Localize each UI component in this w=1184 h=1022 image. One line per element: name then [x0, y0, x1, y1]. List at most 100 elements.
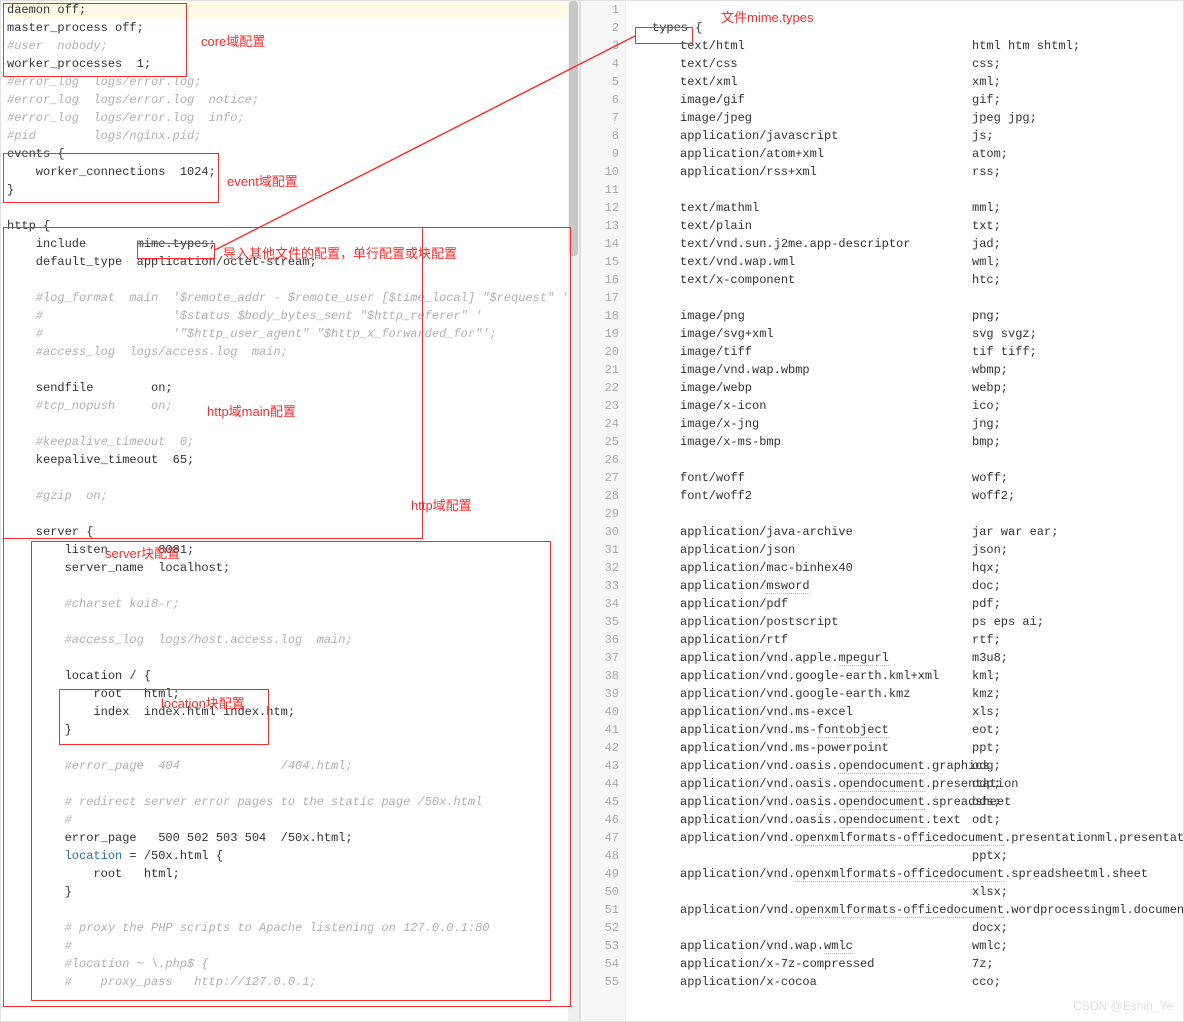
- code-line: keepalive_timeout 65;: [7, 451, 573, 469]
- line-number: 11: [587, 181, 619, 199]
- code-line: index index.html index.htm;: [7, 703, 573, 721]
- code-line: image/x-jngjng;: [632, 415, 1177, 433]
- line-number: 4: [587, 55, 619, 73]
- code-line: image/svg+xmlsvg svgz;: [632, 325, 1177, 343]
- line-number: 29: [587, 505, 619, 523]
- line-number: 46: [587, 811, 619, 829]
- line-number: 45: [587, 793, 619, 811]
- code-line: text/xmlxml;: [632, 73, 1177, 91]
- code-line: [7, 415, 573, 433]
- code-line: [632, 451, 1177, 469]
- code-line: #gzip on;: [7, 487, 573, 505]
- code-line: #location ~ \.php$ {: [7, 955, 573, 973]
- code-line: text/csscss;: [632, 55, 1177, 73]
- left-pane: ✔ daemon off;master_process off;#user no…: [0, 0, 580, 1022]
- code-line: image/vnd.wap.wbmpwbmp;: [632, 361, 1177, 379]
- line-number: 32: [587, 559, 619, 577]
- code-line: application/x-7z-compressed7z;: [632, 955, 1177, 973]
- code-line: # proxy_pass http://127.0.0.1;: [7, 973, 573, 991]
- line-number: 43: [587, 757, 619, 775]
- code-line: [7, 775, 573, 793]
- line-number: 41: [587, 721, 619, 739]
- line-number: 50: [587, 883, 619, 901]
- right-pane: 1234567891011121314151617181920212223242…: [580, 0, 1184, 1022]
- line-number: 40: [587, 703, 619, 721]
- code-line: application/mac-binhex40hqx;: [632, 559, 1177, 577]
- code-line: types {: [632, 19, 1177, 37]
- code-line: [632, 289, 1177, 307]
- code-line: [632, 181, 1177, 199]
- left-scroll-thumb[interactable]: [569, 1, 578, 256]
- line-number: 42: [587, 739, 619, 757]
- code-line: [7, 271, 573, 289]
- line-number: 22: [587, 379, 619, 397]
- line-number: 12: [587, 199, 619, 217]
- code-line: master_process off;: [7, 19, 573, 37]
- code-line: #tcp_nopush on;: [7, 397, 573, 415]
- code-line: [7, 199, 573, 217]
- code-line: application/vnd.apple.mpegurlm3u8;: [632, 649, 1177, 667]
- line-number: 3: [587, 37, 619, 55]
- line-number: 27: [587, 469, 619, 487]
- code-line: font/woffwoff;: [632, 469, 1177, 487]
- code-line: application/vnd.ms-fontobjecteot;: [632, 721, 1177, 739]
- code-line: server_name localhost;: [7, 559, 573, 577]
- line-number: 19: [587, 325, 619, 343]
- left-code-area[interactable]: daemon off;master_process off;#user nobo…: [1, 1, 579, 1021]
- code-line: location / {: [7, 667, 573, 685]
- code-line: [7, 505, 573, 523]
- right-code-area[interactable]: types {text/htmlhtml htm shtml;text/cssc…: [626, 1, 1183, 1021]
- code-line: [7, 649, 573, 667]
- line-number: 21: [587, 361, 619, 379]
- line-number: 16: [587, 271, 619, 289]
- line-number: 51: [587, 901, 619, 919]
- line-number: 18: [587, 307, 619, 325]
- code-line: # proxy the PHP scripts to Apache listen…: [7, 919, 573, 937]
- code-line: #log_format main '$remote_addr - $remote…: [7, 289, 573, 307]
- code-line: #keepalive_timeout 0;: [7, 433, 573, 451]
- line-number: 15: [587, 253, 619, 271]
- line-number: 38: [587, 667, 619, 685]
- code-line: text/mathmlmml;: [632, 199, 1177, 217]
- code-line: listen 8081;: [7, 541, 573, 559]
- code-line: #error_log logs/error.log;: [7, 73, 573, 91]
- line-number: 2: [587, 19, 619, 37]
- code-line: #charset koi8-r;: [7, 595, 573, 613]
- code-line: application/rss+xmlrss;: [632, 163, 1177, 181]
- code-line: text/x-componenthtc;: [632, 271, 1177, 289]
- line-number: 13: [587, 217, 619, 235]
- code-line: text/plaintxt;: [632, 217, 1177, 235]
- line-number: 7: [587, 109, 619, 127]
- code-line: image/pngpng;: [632, 307, 1177, 325]
- code-line: worker_processes 1;: [7, 55, 573, 73]
- line-number: 28: [587, 487, 619, 505]
- code-line: text/htmlhtml htm shtml;: [632, 37, 1177, 55]
- code-line: font/woff2woff2;: [632, 487, 1177, 505]
- line-number: 23: [587, 397, 619, 415]
- line-number: 20: [587, 343, 619, 361]
- code-line: application/vnd.ms-powerpointppt;: [632, 739, 1177, 757]
- code-line: default_type application/octet-stream;: [7, 253, 573, 271]
- left-scrollbar[interactable]: [568, 1, 579, 1021]
- code-line: [7, 469, 573, 487]
- line-number: 17: [587, 289, 619, 307]
- code-line: #user nobody;: [7, 37, 573, 55]
- code-line: }: [7, 181, 573, 199]
- code-line: server {: [7, 523, 573, 541]
- code-line: sendfile on;: [7, 379, 573, 397]
- code-line: application/atom+xmlatom;: [632, 145, 1177, 163]
- line-number: 10: [587, 163, 619, 181]
- code-line: }: [7, 883, 573, 901]
- line-number: 8: [587, 127, 619, 145]
- code-line: [632, 505, 1177, 523]
- code-line: application/vnd.google-earth.kml+xmlkml;: [632, 667, 1177, 685]
- line-number: 37: [587, 649, 619, 667]
- code-line: application/rtfrtf;: [632, 631, 1177, 649]
- code-line: events {: [7, 145, 573, 163]
- code-line: #: [7, 937, 573, 955]
- code-line: [7, 361, 573, 379]
- code-line: [7, 901, 573, 919]
- code-line: [7, 739, 573, 757]
- line-number: 36: [587, 631, 619, 649]
- code-line: #error_log logs/error.log notice;: [7, 91, 573, 109]
